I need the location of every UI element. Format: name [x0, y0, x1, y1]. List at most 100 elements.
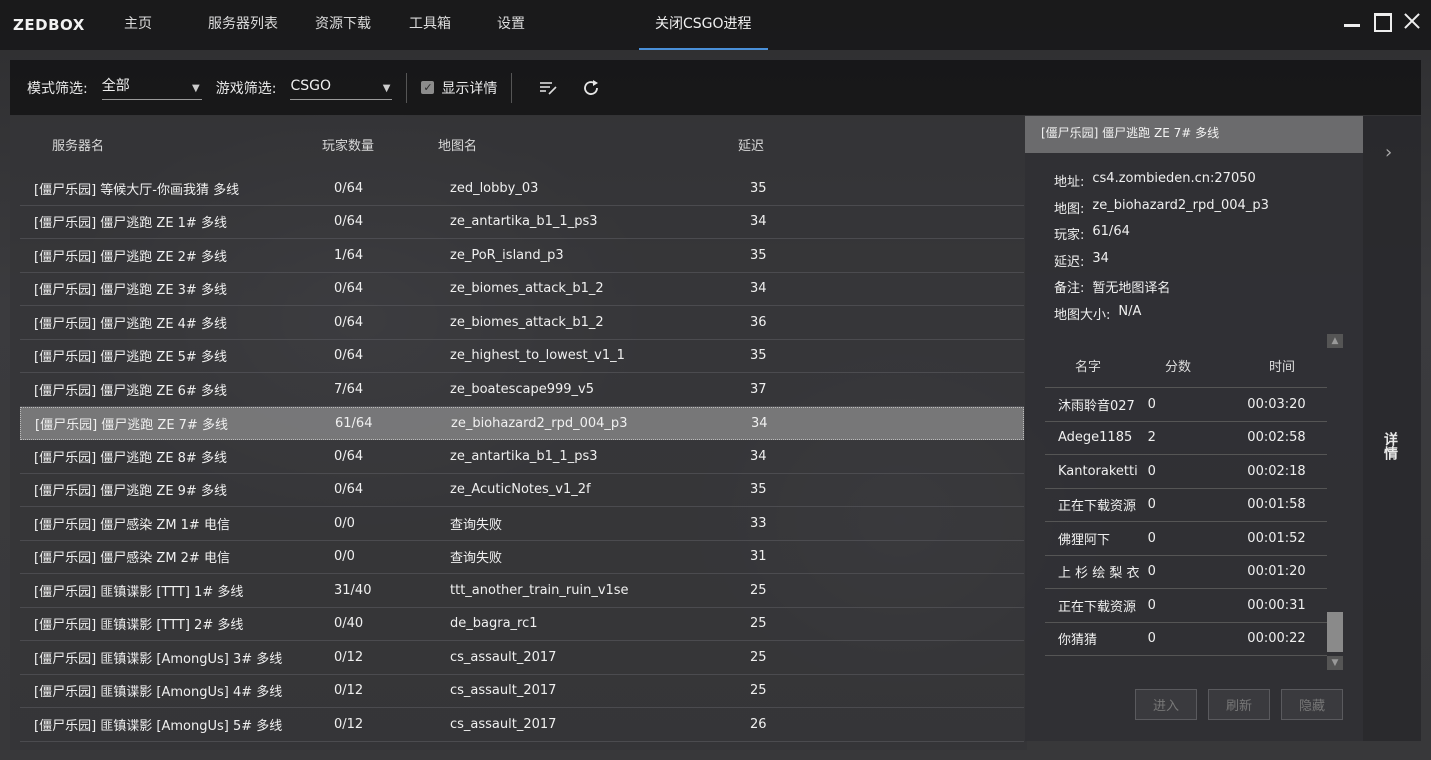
column-header-ping[interactable]: 延迟 [738, 135, 838, 154]
server-row[interactable]: [僵尸乐园] 僵尸逃跑 ZE 4# 多线 0/64 ze_biomes_attack… [20, 306, 1024, 340]
minimize-icon[interactable] [1343, 12, 1361, 30]
map-cell: ze_antartika_b1_1_ps3 [450, 448, 598, 464]
server-name-cell: [僵尸乐园] 僵尸逃跑 ZE 8# 多线 [34, 450, 227, 466]
player-row[interactable]: 正在下载资源 0 00:00:31 [1045, 589, 1327, 623]
ping-cell: 31 [750, 549, 767, 565]
server-row[interactable]: [僵尸乐园] 匪镇谍影 [TTT] 2# 多线 0/40 de_bagra_rc1 2… [20, 608, 1024, 641]
player-name-cell: Kantoraketti [1058, 463, 1138, 479]
players-cell: 0/64 [334, 214, 364, 230]
edit-list-icon[interactable] [538, 77, 560, 99]
player-table-header: 名字 分数 时间 [1045, 344, 1327, 388]
tab-toolbox[interactable]: 工具箱 [387, 0, 467, 50]
refresh-button[interactable]: 刷新 [1208, 689, 1270, 720]
column-header-players[interactable]: 玩家数量 [322, 135, 438, 154]
player-table-scrollbar[interactable]: ▲ ▼ [1327, 334, 1343, 670]
info-value: cs4.zombieden.cn:27050 [1092, 171, 1256, 186]
ping-cell: 36 [750, 314, 767, 330]
game-filter-select[interactable]: CSGO ▼ [290, 76, 393, 100]
player-time-cell: 00:01:20 [1247, 564, 1306, 580]
players-cell: 1/64 [334, 247, 364, 263]
info-note: 备注: 暂无地图译名 [1054, 277, 1363, 304]
player-row[interactable]: 你猜猜 0 00:00:22 [1045, 623, 1327, 656]
server-row[interactable]: [僵尸乐园] 等候大厅-你画我猜 多线 0/64 zed_lobby_03 35 [20, 172, 1024, 206]
player-score-cell: 0 [1147, 396, 1156, 412]
server-row[interactable]: [僵尸乐园] 匪镇谍影 [AmongUs] 5# 多线 0/12 cs_assaul… [20, 708, 1024, 742]
server-detail-panel: [僵尸乐园] 僵尸逃跑 ZE 7# 多线 地址: cs4.zombieden.cn… [1025, 116, 1363, 741]
game-filter-value: CSGO [290, 77, 331, 94]
map-cell: cs_assault_2017 [450, 716, 557, 732]
show-details-toggle[interactable]: ✓ 显示详情 [421, 78, 497, 98]
server-row[interactable]: [僵尸乐园] 匪镇谍影 [AmongUs] 4# 多线 0/12 cs_assaul… [20, 675, 1024, 708]
column-header-server-name[interactable]: 服务器名 [10, 135, 322, 154]
tab-settings[interactable]: 设置 [467, 0, 541, 50]
mode-filter-select[interactable]: 全部 ▼ [101, 76, 202, 100]
ping-cell: 34 [750, 448, 767, 464]
server-row[interactable]: [僵尸乐园] 僵尸逃跑 ZE 7# 多线 61/64 ze_biohazard2_r… [20, 406, 1024, 440]
players-cell: 0/64 [334, 281, 364, 297]
detail-title: [僵尸乐园] 僵尸逃跑 ZE 7# 多线 [1025, 116, 1363, 153]
player-row[interactable]: 佛狸阿下 0 00:01:52 [1045, 522, 1327, 556]
server-row[interactable]: [僵尸乐园] 僵尸逃跑 ZE 1# 多线 0/64 ze_antartika_b1_… [20, 206, 1024, 239]
column-header-player-name[interactable]: 名字 [1045, 356, 1149, 375]
players-cell: 7/64 [334, 381, 364, 397]
chevron-right-icon[interactable]: › [1385, 142, 1392, 163]
server-row[interactable]: [僵尸乐园] 僵尸逃跑 ZE 5# 多线 0/64 ze_highest_to_lo… [20, 340, 1024, 373]
server-row[interactable]: [僵尸乐园] 僵尸逃跑 ZE 9# 多线 0/64 ze_AcuticNotes_v… [20, 474, 1024, 507]
players-cell: 0/12 [334, 716, 364, 732]
ping-cell: 33 [750, 515, 767, 531]
detail-actions: 进入 刷新 隐藏 [1135, 689, 1343, 720]
column-header-time[interactable]: 时间 [1241, 356, 1327, 375]
players-cell: 61/64 [335, 415, 373, 431]
checkbox-checked-icon[interactable]: ✓ [421, 81, 435, 94]
map-cell: ze_biohazard2_rpd_004_p3 [451, 415, 628, 431]
player-row[interactable]: 正在下载资源 0 00:01:58 [1045, 489, 1327, 522]
game-filter-label: 游戏筛选: [215, 80, 277, 97]
column-header-score[interactable]: 分数 [1149, 356, 1241, 375]
ping-cell: 35 [750, 482, 767, 498]
scrollbar-thumb[interactable] [1327, 612, 1343, 652]
tab-server-list[interactable]: 服务器列表 [168, 0, 294, 50]
main-nav: 主页 服务器列表 资源下载 工具箱 设置 关闭CSGO进程 [108, 0, 768, 50]
details-side-tab[interactable]: 详情 [1380, 432, 1400, 460]
player-score-cell: 0 [1147, 597, 1156, 613]
server-row[interactable]: [僵尸乐园] 僵尸逃跑 ZE 8# 多线 0/64 ze_antartika_b1_… [20, 440, 1024, 474]
ping-cell: 34 [750, 214, 767, 230]
server-row[interactable]: [僵尸乐园] 僵尸感染 ZM 2# 电信 0/0 查询失败 31 [20, 541, 1024, 574]
player-row[interactable]: 沐雨聆音027 0 00:03:20 [1045, 388, 1327, 422]
scroll-up-icon[interactable]: ▲ [1327, 334, 1343, 348]
players-cell: 0/64 [334, 448, 364, 464]
map-cell: ze_AcuticNotes_v1_2f [450, 482, 591, 498]
server-row[interactable]: [僵尸乐园] 僵尸感染 ZM 1# 电信 0/0 查询失败 33 [20, 507, 1024, 541]
refresh-icon[interactable] [580, 77, 602, 99]
maximize-icon[interactable] [1373, 12, 1392, 32]
details-side-strip: › 详情 [1363, 116, 1421, 741]
join-button[interactable]: 进入 [1135, 689, 1197, 720]
tab-close-csgo-process[interactable]: 关闭CSGO进程 [639, 0, 768, 50]
column-header-map[interactable]: 地图名 [438, 135, 738, 154]
server-row[interactable]: [僵尸乐园] 僵尸逃跑 ZE 2# 多线 1/64 ze_PoR_island_p3… [20, 239, 1024, 273]
tab-home[interactable]: 主页 [108, 0, 168, 50]
player-score-cell: 0 [1147, 564, 1156, 580]
ping-cell: 25 [750, 649, 767, 665]
map-cell: zed_lobby_03 [450, 180, 539, 196]
scroll-down-icon[interactable]: ▼ [1327, 656, 1343, 670]
player-time-cell: 00:02:18 [1247, 463, 1306, 479]
filter-toolbar: 模式筛选: 全部 ▼ 游戏筛选: CSGO ▼ ✓ 显示详情 [10, 60, 1421, 115]
server-row[interactable]: [僵尸乐园] 僵尸逃跑 ZE 6# 多线 7/64 ze_boatescape999… [20, 373, 1024, 407]
info-key: 备注: [1054, 281, 1085, 296]
close-icon[interactable] [1403, 12, 1421, 30]
ping-cell: 25 [750, 683, 767, 699]
players-cell: 0/0 [334, 549, 355, 565]
server-name-cell: [僵尸乐园] 僵尸逃跑 ZE 4# 多线 [34, 316, 227, 332]
player-row[interactable]: Adege1185 2 00:02:58 [1045, 422, 1327, 455]
player-row[interactable]: 上 杉 绘 梨 衣 0 00:01:20 [1045, 556, 1327, 589]
server-row[interactable]: [僵尸乐园] 僵尸逃跑 ZE 3# 多线 0/64 ze_biomes_attack… [20, 273, 1024, 306]
server-row[interactable]: [僵尸乐园] 匪镇谍影 [TTT] 1# 多线 31/40 ttt_another_… [20, 574, 1024, 608]
server-row[interactable]: [僵尸乐园] 匪镇谍影 [AmongUs] 3# 多线 0/12 cs_assaul… [20, 641, 1024, 675]
server-name-cell: [僵尸乐园] 僵尸逃跑 ZE 2# 多线 [34, 249, 227, 265]
hide-button[interactable]: 隐藏 [1281, 689, 1343, 720]
tab-resource-download[interactable]: 资源下载 [294, 0, 387, 50]
player-name-cell: 上 杉 绘 梨 衣 [1058, 566, 1140, 582]
player-row[interactable]: Kantoraketti 0 00:02:18 [1045, 455, 1327, 489]
ping-cell: 26 [750, 716, 767, 732]
